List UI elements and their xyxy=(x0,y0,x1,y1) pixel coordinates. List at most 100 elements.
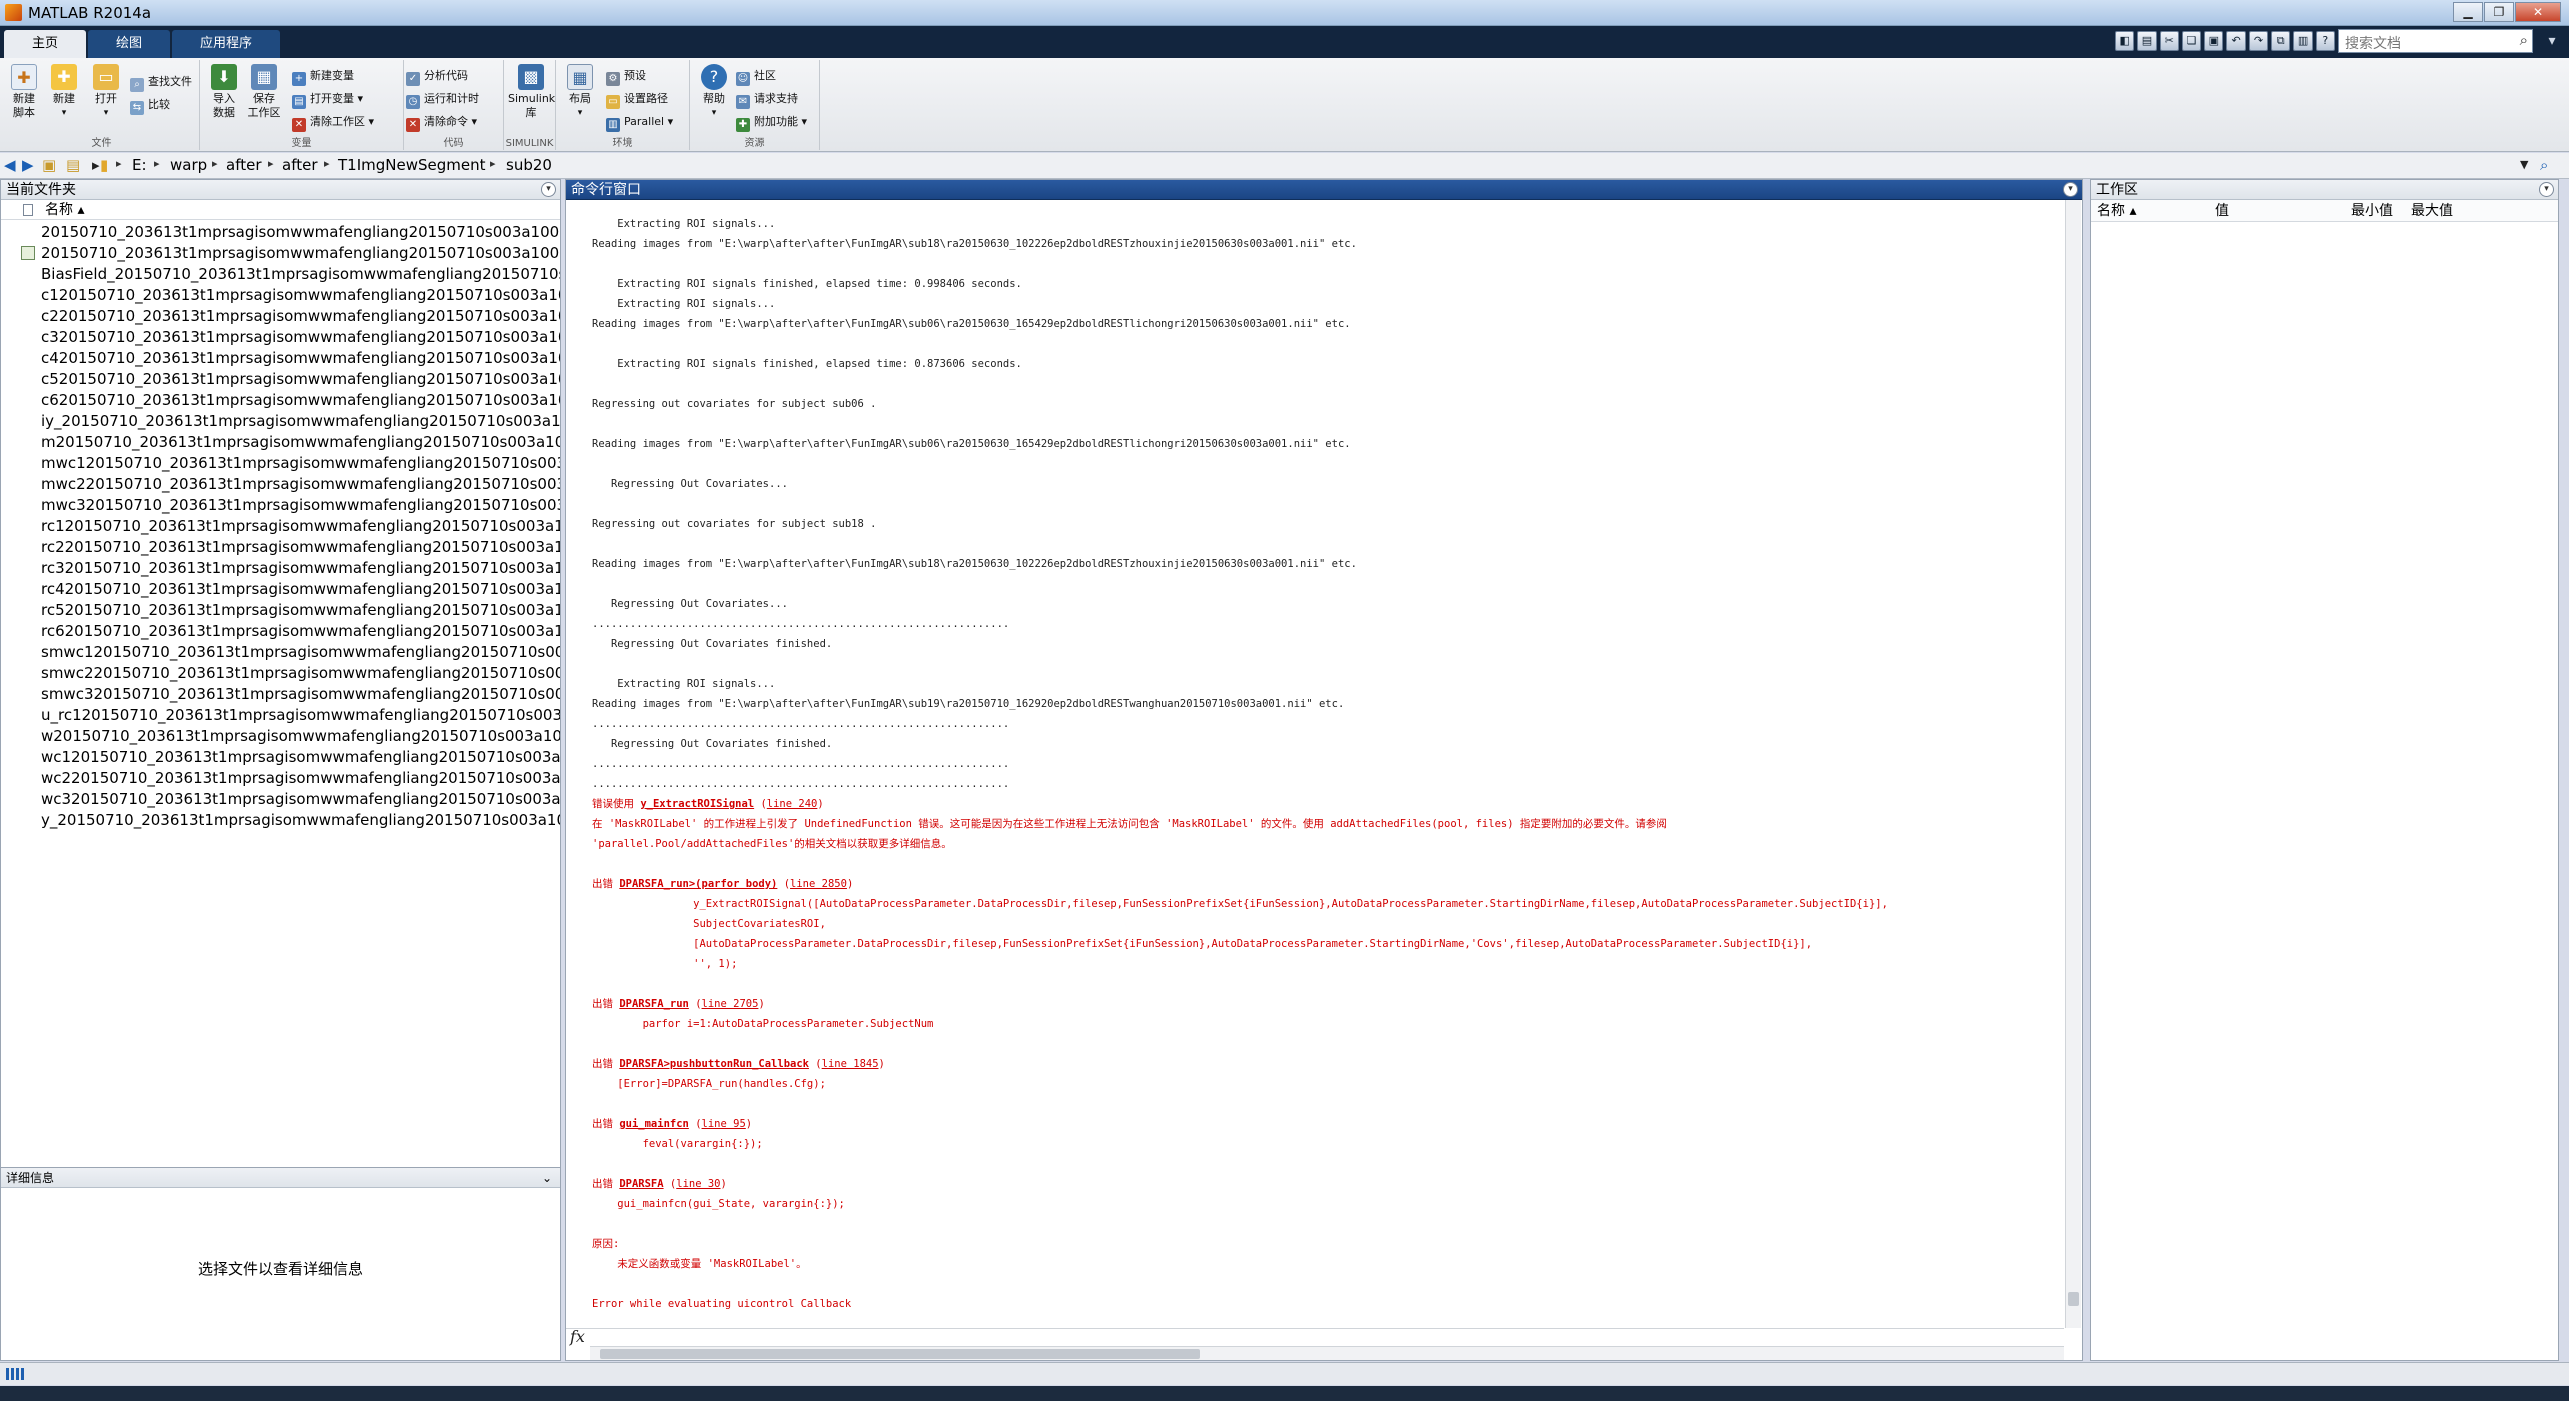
save-workspace-button[interactable]: ▦ 保存 工作区 xyxy=(244,64,284,120)
column-value[interactable]: 值 xyxy=(2215,200,2229,222)
error-line-link[interactable]: line 1845 xyxy=(822,1058,879,1070)
breadcrumb-t1imgnewsegment[interactable]: T1ImgNewSegment xyxy=(338,156,485,174)
file-list-item[interactable]: rc220150710_203613t1mprsagisomwwmafengli… xyxy=(1,537,560,558)
clear-workspace-button[interactable]: ✕ 清除工作区 ▾ xyxy=(292,112,374,132)
file-list-item[interactable]: smwc220150710_203613t1mprsagisomwwmafeng… xyxy=(1,663,560,684)
up-folder-icon[interactable]: ▣ xyxy=(42,156,56,174)
forward-arrow-icon[interactable]: ▶ xyxy=(22,156,34,174)
command-window-vertical-scrollbar[interactable] xyxy=(2065,200,2081,1328)
file-list-item[interactable]: 20150710_203613t1mprsagisomwwmafengliang… xyxy=(1,243,560,264)
file-list-item[interactable]: wc120150710_203613t1mprsagisomwwmafengli… xyxy=(1,747,560,768)
file-list-item[interactable]: c420150710_203613t1mprsagisomwwmafenglia… xyxy=(1,348,560,369)
file-list-item[interactable]: rc120150710_203613t1mprsagisomwwmafengli… xyxy=(1,516,560,537)
error-line-link[interactable]: line 240 xyxy=(767,798,818,810)
save-icon[interactable]: ▤ xyxy=(2137,31,2157,51)
breadcrumb-after[interactable]: after xyxy=(226,156,262,174)
paste-icon[interactable]: ▣ xyxy=(2204,31,2224,51)
tab-home[interactable]: 主页 xyxy=(4,30,86,58)
community-button[interactable]: ☺ 社区 xyxy=(736,66,776,86)
address-search-icon[interactable]: ⌕ xyxy=(2540,156,2548,174)
file-list-item[interactable]: wc320150710_203613t1mprsagisomwwmafengli… xyxy=(1,789,560,810)
breadcrumb-sub20[interactable]: sub20 xyxy=(506,156,552,174)
column-name[interactable]: 名称 ▴ xyxy=(2097,200,2136,222)
new-variable-button[interactable]: + 新建变量 xyxy=(292,66,354,86)
file-list-item[interactable]: 20150710_203613t1mprsagisomwwmafengliang… xyxy=(1,222,560,243)
column-name[interactable]: 名称 ▴ xyxy=(45,200,84,220)
search-icon[interactable]: ⌕ xyxy=(2520,31,2528,49)
error-function-link[interactable]: DPARSFA>pushbuttonRun_Callback xyxy=(619,1058,809,1070)
tab-plots[interactable]: 绘图 xyxy=(88,30,170,58)
browse-folder-icon[interactable]: ▤ xyxy=(66,156,80,174)
file-list-item[interactable]: c220150710_203613t1mprsagisomwwmafenglia… xyxy=(1,306,560,327)
layout-button[interactable]: ▦ 布局 ▾ xyxy=(560,64,600,120)
preferences-button[interactable]: ⚙ 预设 xyxy=(606,66,646,86)
scrollbar-thumb[interactable] xyxy=(2068,1292,2079,1306)
file-list-item[interactable]: c520150710_203613t1mprsagisomwwmafenglia… xyxy=(1,369,560,390)
window-layout-icon[interactable]: ▥ xyxy=(2293,31,2313,51)
help-button[interactable]: ? 帮助 ▾ xyxy=(694,64,734,120)
panel-actions-icon[interactable]: ▾ xyxy=(541,182,556,197)
command-window-horizontal-scrollbar[interactable] xyxy=(590,1346,2064,1360)
file-list-item[interactable]: mwc220150710_203613t1mprsagisomwwmafengl… xyxy=(1,474,560,495)
file-list-item[interactable]: wc220150710_203613t1mprsagisomwwmafengli… xyxy=(1,768,560,789)
file-list-item[interactable]: rc620150710_203613t1mprsagisomwwmafengli… xyxy=(1,621,560,642)
undo-icon[interactable]: ↶ xyxy=(2226,31,2246,51)
file-list-item[interactable]: mwc120150710_203613t1mprsagisomwwmafengl… xyxy=(1,453,560,474)
run-and-time-button[interactable]: ◷ 运行和计时 xyxy=(406,89,479,109)
file-list-item[interactable]: BiasField_20150710_203613t1mprsagisomwwm… xyxy=(1,264,560,285)
simulink-library-button[interactable]: ▩ Simulink 库 xyxy=(508,64,555,120)
panel-actions-icon[interactable]: ▾ xyxy=(2539,182,2554,197)
close-button[interactable]: ✕ xyxy=(2515,2,2561,22)
redo-icon[interactable]: ↷ xyxy=(2248,31,2269,51)
file-list-item[interactable]: y_20150710_203613t1mprsagisomwwmafenglia… xyxy=(1,810,560,831)
file-list-item[interactable]: smwc120150710_203613t1mprsagisomwwmafeng… xyxy=(1,642,560,663)
function-browser-icon[interactable]: fx xyxy=(570,1327,585,1346)
error-function-link[interactable]: gui_mainfcn xyxy=(619,1118,689,1130)
error-function-link[interactable]: DPARSFA_run>(parfor body) xyxy=(619,878,777,890)
panel-actions-icon[interactable]: ▾ xyxy=(2063,182,2078,197)
shortcut-icon[interactable]: ◧ xyxy=(2115,31,2135,51)
request-support-button[interactable]: ✉ 请求支持 xyxy=(736,89,798,109)
file-list-item[interactable]: rc420150710_203613t1mprsagisomwwmafengli… xyxy=(1,579,560,600)
error-line-link[interactable]: line 95 xyxy=(702,1118,746,1130)
new-script-button[interactable]: ✚ 新建 脚本 xyxy=(4,64,44,120)
new-button[interactable]: ✚ 新建 ▾ xyxy=(44,64,84,120)
documentation-search-input[interactable]: 搜索文档 ⌕ xyxy=(2338,29,2533,53)
error-function-link[interactable]: DPARSFA xyxy=(619,1178,663,1190)
address-dropdown-icon[interactable]: ▼ xyxy=(2520,158,2528,171)
maximize-button[interactable]: ❐ xyxy=(2484,2,2514,22)
add-ons-button[interactable]: ✚ 附加功能 ▾ xyxy=(736,112,807,132)
parallel-button[interactable]: ▥ Parallel ▾ xyxy=(606,112,673,132)
column-max[interactable]: 最大值 xyxy=(2411,200,2453,222)
switch-windows-icon[interactable]: ⧉ xyxy=(2271,31,2291,51)
back-arrow-icon[interactable]: ◀ xyxy=(4,156,16,174)
minimize-button[interactable]: ▁ xyxy=(2453,2,2483,22)
chevron-down-icon[interactable]: ⌄ xyxy=(542,1168,552,1188)
find-files-button[interactable]: ⌕ 查找文件 xyxy=(130,72,192,92)
analyze-code-button[interactable]: ✓ 分析代码 xyxy=(406,66,468,86)
command-prompt[interactable]: fx xyxy=(566,1327,2064,1346)
file-list-item[interactable]: c320150710_203613t1mprsagisomwwmafenglia… xyxy=(1,327,560,348)
file-list-item[interactable]: w20150710_203613t1mprsagisomwwmafenglian… xyxy=(1,726,560,747)
file-list-item[interactable]: rc520150710_203613t1mprsagisomwwmafengli… xyxy=(1,600,560,621)
tab-apps[interactable]: 应用程序 xyxy=(172,30,280,58)
toolstrip-collapse-icon[interactable]: ▾ xyxy=(2540,29,2564,53)
open-variable-button[interactable]: ▤ 打开变量 ▾ xyxy=(292,89,363,109)
error-line-link[interactable]: line 30 xyxy=(676,1178,720,1190)
file-list-item[interactable]: smwc320150710_203613t1mprsagisomwwmafeng… xyxy=(1,684,560,705)
error-function-link[interactable]: y_ExtractROISignal xyxy=(640,798,754,810)
file-list-item[interactable]: u_rc120150710_203613t1mprsagisomwwmafeng… xyxy=(1,705,560,726)
error-function-link[interactable]: DPARSFA_run xyxy=(619,998,689,1010)
command-window-output[interactable]: Extracting ROI signals... Reading images … xyxy=(566,200,2064,1328)
help-icon[interactable]: ? xyxy=(2315,31,2335,51)
breadcrumb-after-2[interactable]: after xyxy=(282,156,318,174)
compare-button[interactable]: ⇆ 比较 xyxy=(130,95,170,115)
error-line-link[interactable]: line 2705 xyxy=(702,998,759,1010)
file-list-item[interactable]: c620150710_203613t1mprsagisomwwmafenglia… xyxy=(1,390,560,411)
file-list-item[interactable]: m20150710_203613t1mprsagisomwwmafenglian… xyxy=(1,432,560,453)
breadcrumb-warp[interactable]: warp xyxy=(170,156,207,174)
breadcrumb-drive[interactable]: E: xyxy=(132,156,147,174)
cut-icon[interactable]: ✂ xyxy=(2159,31,2179,51)
file-list-item[interactable]: rc320150710_203613t1mprsagisomwwmafengli… xyxy=(1,558,560,579)
import-data-button[interactable]: ⬇ 导入 数据 xyxy=(204,64,244,120)
